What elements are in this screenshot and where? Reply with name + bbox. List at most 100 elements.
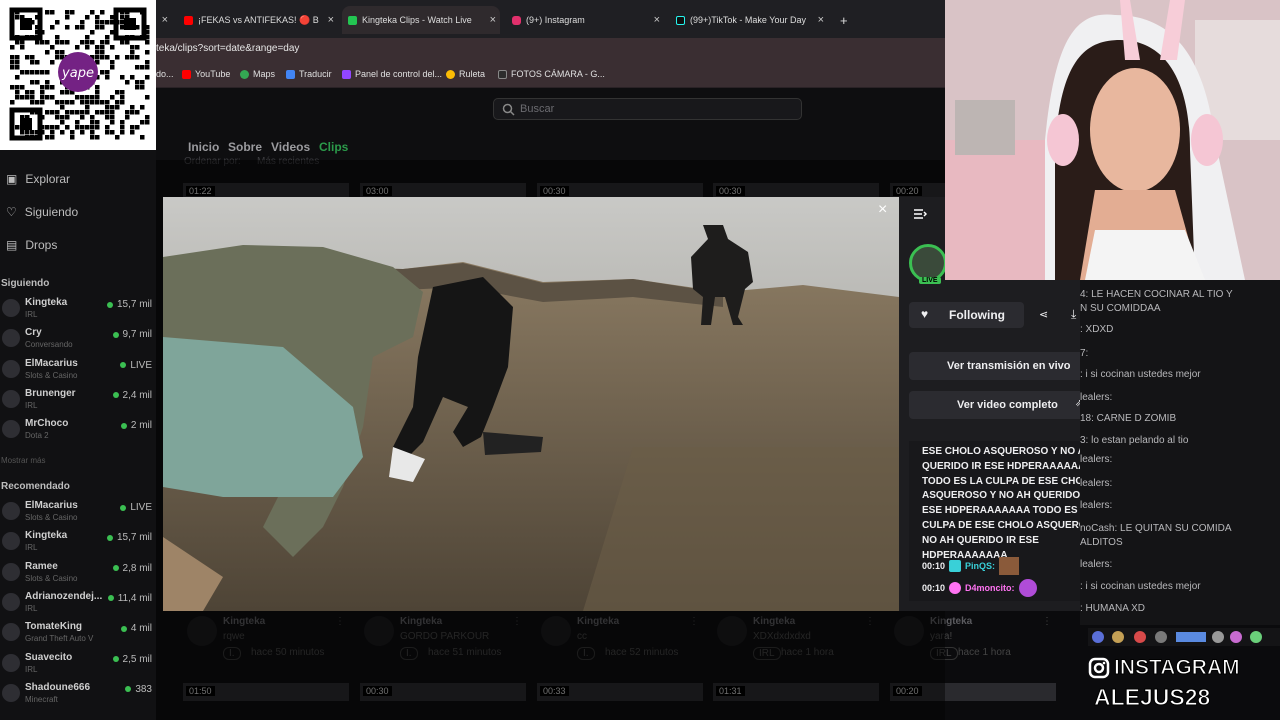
sidebar-channel[interactable]: Cry Conversando 9,7 mil bbox=[0, 325, 156, 353]
channel-category: IRL bbox=[25, 664, 38, 674]
browser-tab-twitch[interactable]: Kingteka Clips - Watch Live × bbox=[342, 6, 500, 34]
viewer-count-text: 383 bbox=[135, 683, 152, 695]
emote-icon bbox=[1018, 579, 1037, 597]
close-tab-icon[interactable]: × bbox=[490, 14, 496, 26]
bookmark-item[interactable]: do... bbox=[156, 69, 174, 79]
viewer-count-text: 2,5 mil bbox=[122, 653, 152, 665]
stream-chat: 4: LE HACEN COCINAR AL TIO Y N SU COMIDDA… bbox=[1080, 280, 1280, 625]
emote-strip bbox=[1088, 628, 1280, 646]
card-time: hace 1 hora bbox=[958, 647, 1011, 658]
sidebar-item-explorar[interactable]: ▣ Explorar bbox=[6, 172, 70, 186]
bookmark-label: Panel de control del... bbox=[355, 69, 443, 79]
live-dot-icon bbox=[107, 595, 114, 602]
maps-icon bbox=[240, 69, 249, 79]
close-tab-icon[interactable]: × bbox=[328, 14, 334, 26]
chat-username[interactable]: PinQS: bbox=[965, 561, 995, 571]
channel-name: ElMacarius bbox=[25, 500, 78, 511]
browse-icon: ▣ bbox=[6, 172, 18, 186]
sidebar-channel[interactable]: Suavecito IRL 2,5 mil bbox=[0, 650, 156, 678]
chat-row: 00:10 D4moncito: bbox=[922, 579, 1037, 597]
live-dot-icon bbox=[120, 422, 127, 429]
stream-chat-line: noCash: LE QUITAN SU COMIDA bbox=[1080, 523, 1232, 534]
browser-tab-bar: × ¡FEKAS vs ANTIFEKAS! 🔴 B × Kingteka Cl… bbox=[156, 0, 945, 38]
sidebar-item-siguiendo[interactable]: ♡ Siguiendo bbox=[6, 205, 78, 219]
bookmark-youtube[interactable]: YouTube bbox=[182, 69, 230, 79]
clip-video-player[interactable] bbox=[163, 197, 899, 611]
channel-name: MrChoco bbox=[25, 418, 69, 430]
tab-inicio[interactable]: Inicio bbox=[188, 140, 219, 154]
bookmark-ruleta[interactable]: Ruleta bbox=[446, 69, 485, 79]
viewer-count: 2,8 mil bbox=[112, 562, 152, 574]
avatar bbox=[2, 420, 20, 439]
sidebar-channel[interactable]: Kingteka IRL 15,7 mil bbox=[0, 295, 156, 323]
stream-chat-line: lealers: bbox=[1080, 478, 1113, 489]
viewer-count-text: 2,4 mil bbox=[122, 389, 152, 401]
tab-clips[interactable]: Clips bbox=[319, 140, 348, 154]
url-text[interactable]: teka/clips?sort=date&range=day bbox=[156, 43, 299, 54]
bookmark-translate[interactable]: Traducir bbox=[286, 69, 332, 79]
stream-chat-line: 3: lo estan pelando al tio bbox=[1080, 435, 1189, 446]
sidebar-channel[interactable]: Ramee Slots & Casino 2,8 mil bbox=[0, 559, 156, 587]
new-tab-button[interactable]: + bbox=[834, 6, 854, 34]
avatar bbox=[2, 562, 20, 581]
avatar bbox=[2, 592, 20, 611]
live-dot-icon bbox=[112, 331, 119, 338]
sidebar-channel[interactable]: ElMacarius Slots & Casino LIVE bbox=[0, 356, 156, 384]
tab-label: ¡FEKAS vs ANTIFEKAS! 🔴 B bbox=[198, 14, 319, 25]
sidebar-channel[interactable]: Shadoune666 Minecraft 383 bbox=[0, 680, 156, 708]
download-icon: ⤓ bbox=[1071, 307, 1077, 321]
avatar bbox=[2, 623, 20, 642]
browser-tab-tiktok[interactable]: (99+)TikTok - Make Your Day × bbox=[670, 6, 828, 34]
viewer-count: LIVE bbox=[120, 502, 152, 513]
avatar bbox=[2, 532, 20, 551]
yape-qr-code: yape bbox=[0, 0, 156, 150]
share-button[interactable]: ⋖ bbox=[1029, 302, 1057, 328]
search-input[interactable]: Buscar bbox=[493, 98, 802, 120]
stream-chat-line: ALDITOS bbox=[1080, 537, 1123, 548]
avatar bbox=[2, 329, 20, 348]
stream-chat-line: lealers: bbox=[1080, 500, 1113, 511]
viewer-count-text: 11,4 mil bbox=[117, 592, 152, 604]
more-icon[interactable]: ⋮ bbox=[1042, 616, 1052, 627]
close-tab-icon[interactable]: × bbox=[654, 14, 660, 26]
stream-chat-line: 7: bbox=[1080, 348, 1089, 359]
sidebar-channel[interactable]: TomateKing Grand Theft Auto V 4 mil bbox=[0, 619, 156, 647]
show-more-link[interactable]: Mostrar más bbox=[1, 456, 45, 465]
browser-tab-youtube[interactable]: ¡FEKAS vs ANTIFEKAS! 🔴 B × bbox=[178, 6, 338, 34]
google-icon bbox=[446, 69, 455, 79]
channel-name: Adrianozendej... bbox=[25, 590, 103, 602]
live-dot-icon bbox=[112, 565, 119, 572]
instagram-icon bbox=[512, 15, 521, 25]
browser-tab-instagram[interactable]: (9+) Instagram × bbox=[506, 6, 664, 34]
bookmark-label: YouTube bbox=[195, 69, 231, 79]
viewer-count-text: 15,7 mil bbox=[116, 299, 152, 310]
sidebar-channel[interactable]: Brunenger IRL 2,4 mil bbox=[0, 386, 156, 414]
sidebar-channel[interactable]: Kingteka IRL 15,7 mil bbox=[0, 528, 156, 556]
live-badge: LIVE bbox=[919, 277, 941, 284]
sidebar-channel[interactable]: ElMacarius Slots & Casino LIVE bbox=[0, 498, 156, 526]
bookmark-maps[interactable]: Maps bbox=[240, 69, 275, 79]
channel-name: Brunenger bbox=[25, 387, 76, 399]
close-tab-icon[interactable]: × bbox=[162, 14, 168, 26]
viewer-count-text: 2,8 mil bbox=[122, 562, 152, 574]
address-bar[interactable]: teka/clips?sort=date&range=day bbox=[156, 38, 945, 60]
tiktok-icon bbox=[676, 15, 685, 25]
badge-icon bbox=[949, 582, 962, 594]
following-button[interactable]: ♥ Following bbox=[909, 302, 1024, 328]
tab-sobre[interactable]: Sobre bbox=[228, 140, 262, 154]
viewer-count-text: 9,7 mil bbox=[122, 329, 152, 341]
chat-username[interactable]: D4moncito: bbox=[965, 583, 1015, 593]
collapse-panel-icon[interactable] bbox=[913, 207, 927, 221]
stream-chat-line: : i si cocinan ustedes mejor bbox=[1080, 369, 1201, 380]
bookmark-fotos[interactable]: FOTOS CÁMARA - G... bbox=[498, 69, 605, 79]
browser-tab[interactable]: × bbox=[156, 6, 172, 34]
sidebar-channel[interactable]: Adrianozendej... IRL 11,4 mil bbox=[0, 589, 156, 617]
close-modal-icon[interactable]: × bbox=[878, 201, 887, 219]
stream-chat-line: 4: LE HACEN COCINAR AL TIO Y bbox=[1080, 289, 1233, 300]
sidebar-channel[interactable]: MrChoco Dota 2 2 mil bbox=[0, 416, 156, 444]
bookmark-panel[interactable]: Panel de control del... bbox=[342, 69, 442, 79]
instagram-icon bbox=[1088, 657, 1110, 679]
tab-videos[interactable]: Videos bbox=[271, 140, 310, 154]
sidebar-item-drops[interactable]: ▤ Drops bbox=[6, 238, 57, 252]
close-tab-icon[interactable]: × bbox=[818, 14, 824, 26]
